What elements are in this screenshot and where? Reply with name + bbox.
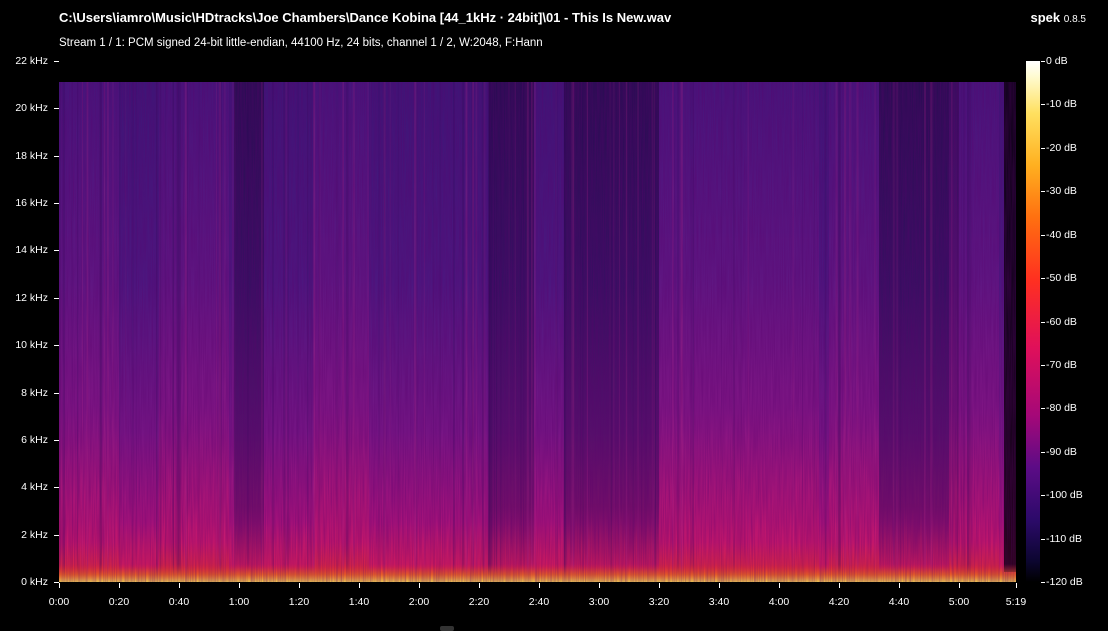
time-tick	[59, 583, 60, 588]
time-label: 4:20	[828, 596, 850, 608]
time-tick	[419, 583, 420, 588]
time-tick	[659, 583, 660, 588]
db-label: -120 dB	[1046, 576, 1083, 588]
time-tick	[479, 583, 480, 588]
db-tick	[1041, 582, 1045, 583]
db-label: -10 dB	[1046, 98, 1077, 111]
db-tick	[1041, 452, 1045, 453]
db-label: -80 dB	[1046, 402, 1077, 415]
db-label: -100 dB	[1046, 489, 1083, 502]
frequency-label: 18 kHz	[15, 149, 48, 162]
frequency-label: 16 kHz	[15, 197, 48, 210]
time-label: 2:40	[528, 596, 550, 608]
time-tick	[899, 583, 900, 588]
stream-info: Stream 1 / 1: PCM signed 24-bit little-e…	[59, 37, 543, 49]
db-label: -110 dB	[1046, 532, 1082, 545]
frequency-label: 22 kHz	[15, 55, 48, 67]
time-tick	[359, 583, 360, 588]
db-tick	[1041, 104, 1045, 105]
frequency-label: 20 kHz	[15, 102, 48, 115]
db-tick	[1041, 191, 1045, 192]
db-tick	[1041, 539, 1045, 540]
time-label: 0:20	[108, 596, 130, 608]
time-label: 4:40	[888, 596, 910, 608]
db-tick	[1041, 495, 1045, 496]
db-tick	[1041, 61, 1045, 62]
time-label: 0:00	[48, 596, 70, 608]
time-tick	[539, 583, 540, 588]
time-tick	[599, 583, 600, 588]
db-tick	[1041, 148, 1045, 149]
time-tick	[239, 583, 240, 588]
db-tick	[1041, 408, 1045, 409]
time-label: 1:40	[348, 596, 370, 608]
time-label: 3:00	[588, 596, 610, 608]
db-label: -40 dB	[1046, 228, 1077, 241]
db-tick	[1041, 278, 1045, 279]
app-brand: spek 0.8.5	[1030, 10, 1086, 25]
db-label: -90 dB	[1046, 445, 1077, 458]
db-label: -20 dB	[1046, 141, 1077, 154]
time-tick	[119, 583, 120, 588]
time-tick	[779, 583, 780, 588]
time-tick	[299, 583, 300, 588]
time-label: 2:20	[468, 596, 490, 608]
app-name: spek	[1030, 10, 1061, 25]
db-label: -30 dB	[1046, 185, 1077, 198]
time-label: 5:00	[948, 596, 970, 608]
db-tick	[1041, 365, 1045, 366]
db-color-scale	[1026, 61, 1040, 582]
time-tick	[1016, 583, 1017, 588]
time-label: 3:20	[648, 596, 670, 608]
scroll-handle[interactable]	[440, 626, 454, 631]
spectrum-noise	[59, 82, 1016, 582]
time-label: 1:20	[288, 596, 310, 608]
time-label: 3:40	[708, 596, 730, 608]
time-tick	[179, 583, 180, 588]
db-label: 0 dB	[1046, 55, 1068, 67]
spectrogram-image	[59, 82, 1016, 582]
frequency-label: 12 kHz	[15, 291, 48, 304]
time-tick	[719, 583, 720, 588]
frequency-label: 2 kHz	[21, 528, 48, 541]
db-label: -50 dB	[1046, 272, 1077, 285]
frequency-label: 10 kHz	[15, 339, 48, 352]
app-version: 0.8.5	[1063, 14, 1086, 25]
time-label: 1:00	[228, 596, 250, 608]
db-tick	[1041, 322, 1045, 323]
time-label: 2:00	[408, 596, 430, 608]
frequency-label: 8 kHz	[21, 386, 48, 399]
time-label: 4:00	[768, 596, 790, 608]
db-tick	[1041, 235, 1045, 236]
time-tick	[839, 583, 840, 588]
frequency-label: 14 kHz	[15, 244, 48, 257]
time-label: 0:40	[168, 596, 190, 608]
frequency-label: 0 kHz	[21, 576, 48, 588]
time-tick	[959, 583, 960, 588]
db-label: -60 dB	[1046, 315, 1077, 328]
db-label: -70 dB	[1046, 358, 1077, 371]
time-label: 5:19	[1005, 596, 1027, 608]
frequency-label: 6 kHz	[21, 433, 48, 446]
spectrogram[interactable]	[59, 61, 1016, 582]
frequency-label: 4 kHz	[21, 481, 48, 494]
file-path-title: C:\Users\iamro\Music\HDtracks\Joe Chambe…	[59, 10, 672, 25]
